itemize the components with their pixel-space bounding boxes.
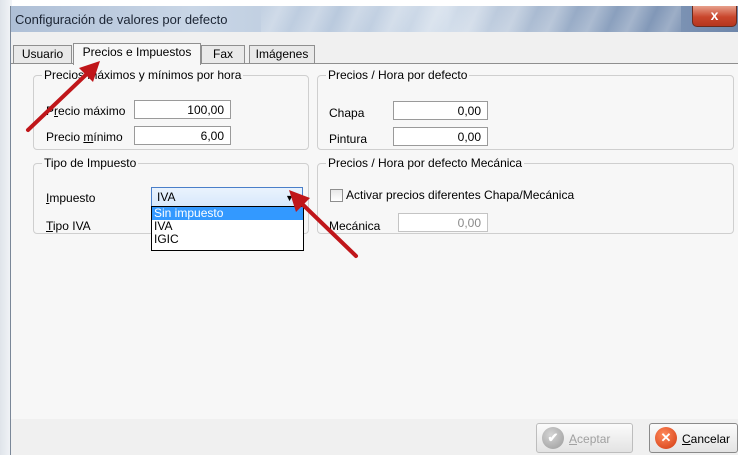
precio-minimo-label: Precio mínimo [46, 130, 123, 144]
window-title: Configuración de valores por defecto [15, 12, 228, 27]
tab-panel-precios: Precios máximos y mínimos por hora Preci… [11, 63, 738, 419]
tab-imagenes[interactable]: Imágenes [249, 45, 315, 64]
group-tipo-impuesto: Tipo de Impuesto Impuesto IVA ▼ Sin impu… [33, 156, 309, 251]
close-button[interactable]: x [692, 6, 737, 27]
group-mecanica: Precios / Hora por defecto Mecánica Acti… [317, 156, 734, 234]
mecanica-input: 0,00 [398, 213, 488, 232]
group-legend: Precios / Hora por defecto [328, 68, 468, 82]
pintura-label: Pintura [329, 132, 368, 146]
group-legend: Precios máximos y mínimos por hora [44, 68, 242, 82]
aceptar-label: Aceptar [569, 432, 611, 446]
activar-precios-checkbox[interactable] [330, 189, 343, 202]
impuesto-dropdown-list: Sin impuesto IVA IGIC [151, 206, 304, 251]
tab-strip: Usuario Precios e Impuestos Fax Imágenes [11, 43, 738, 65]
chapa-input[interactable]: 0,00 [393, 101, 488, 120]
dropdown-arrow-icon[interactable]: ▼ [285, 193, 294, 203]
tab-fax[interactable]: Fax [201, 45, 245, 64]
mecanica-label: Mecánica [329, 219, 381, 233]
option-igic[interactable]: IGIC [152, 233, 303, 246]
group-legend: Tipo de Impuesto [44, 156, 137, 170]
precio-maximo-label: Precio máximo [46, 104, 126, 118]
cancelar-button[interactable]: ✕ Cancelar [649, 423, 738, 453]
group-precios-defecto: Precios / Hora por defecto Chapa 0,00 Pi… [317, 68, 734, 150]
title-bar[interactable]: Configuración de valores por defecto x [11, 6, 738, 32]
tab-usuario[interactable]: Usuario [13, 45, 72, 64]
close-icon: x [710, 7, 719, 23]
check-circle-icon: ✔ [542, 427, 564, 449]
precio-minimo-input[interactable]: 6,00 [134, 126, 231, 145]
cancelar-label: Cancelar [682, 432, 731, 446]
dialog-client-area: Usuario Precios e Impuestos Fax Imágenes… [11, 32, 738, 455]
chapa-label: Chapa [329, 106, 365, 120]
group-precios-max-min: Precios máximos y mínimos por hora Preci… [33, 68, 309, 150]
impuesto-selected-value: IVA [157, 190, 176, 204]
tipo-iva-label: Tipo IVA [46, 219, 91, 233]
activar-precios-label[interactable]: Activar precios diferentes Chapa/Mecánic… [346, 188, 574, 202]
impuesto-label: Impuesto [46, 191, 96, 205]
precio-maximo-input[interactable]: 100,00 [134, 100, 231, 119]
pintura-input[interactable]: 0,00 [393, 127, 488, 146]
impuesto-combobox[interactable]: IVA ▼ [151, 187, 303, 207]
aceptar-button: ✔ Aceptar [536, 423, 633, 453]
button-bar: ✔ Aceptar ✕ Cancelar [11, 419, 738, 455]
group-legend: Precios / Hora por defecto Mecánica [328, 156, 523, 170]
dialog-window: Configuración de valores por defecto x U… [10, 6, 738, 455]
x-circle-icon: ✕ [655, 427, 677, 449]
tab-precios-impuestos[interactable]: Precios e Impuestos [73, 43, 201, 65]
option-sin-impuesto[interactable]: Sin impuesto [152, 207, 303, 220]
